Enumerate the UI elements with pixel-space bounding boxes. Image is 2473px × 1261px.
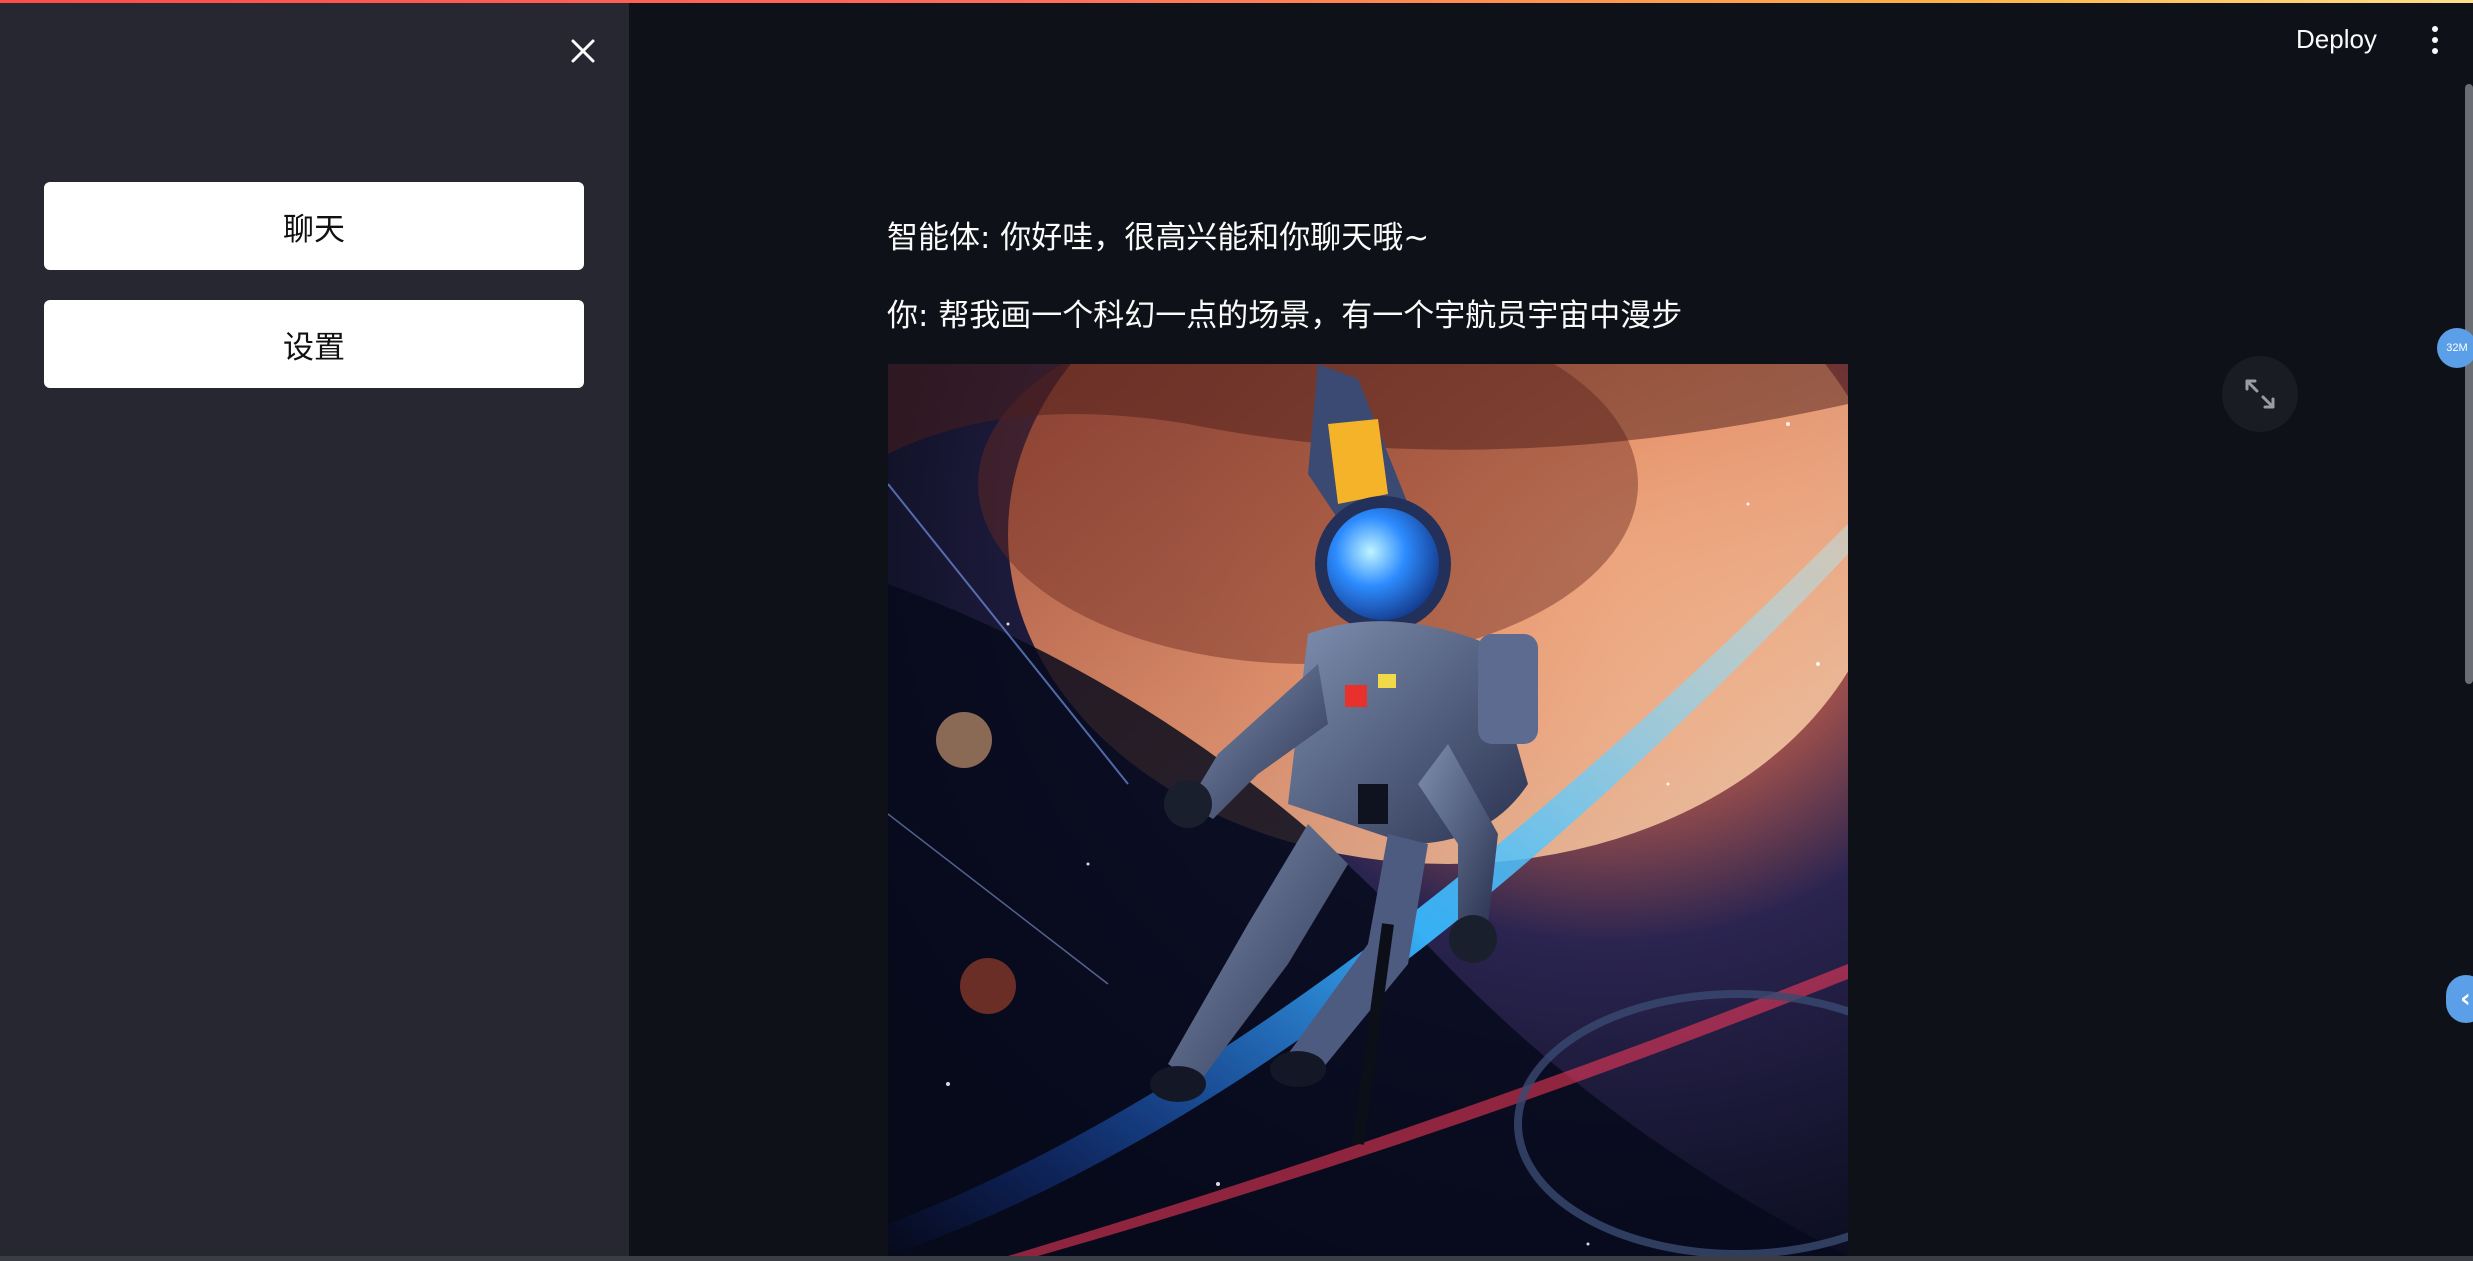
scrollbar-thumb[interactable] <box>2465 84 2473 684</box>
generated-image <box>888 364 1848 1256</box>
fullscreen-button[interactable] <box>2222 356 2298 432</box>
bottom-border <box>0 1256 2473 1261</box>
chat-button-label: 聊天 <box>283 211 345 248</box>
astronaut-illustration <box>888 364 1848 1256</box>
deploy-button[interactable]: Deploy <box>2296 24 2377 55</box>
settings-button[interactable]: 设置 <box>44 300 584 388</box>
assistant-message: 智能体: 你好哇，很高兴能和你聊天哦~ <box>887 220 1430 256</box>
memory-badge: 32M <box>2437 328 2473 368</box>
vertical-dots-icon <box>2427 26 2443 54</box>
chat-button[interactable]: 聊天 <box>44 182 584 270</box>
main-menu-button[interactable] <box>2427 26 2443 60</box>
side-panel-toggle[interactable]: ‹ <box>2446 975 2473 1023</box>
top-decoration-bar <box>0 0 2473 3</box>
settings-button-label: 设置 <box>283 329 345 366</box>
close-sidebar-button[interactable] <box>562 30 604 72</box>
sidebar: 聊天 设置 <box>0 0 629 1256</box>
user-message: 你: 帮我画一个科幻一点的场景，有一个宇航员宇宙中漫步 <box>887 298 1683 334</box>
close-icon <box>571 39 595 63</box>
fullscreen-icon <box>2245 379 2275 409</box>
chevron-left-icon: ‹ <box>2460 984 2471 1014</box>
